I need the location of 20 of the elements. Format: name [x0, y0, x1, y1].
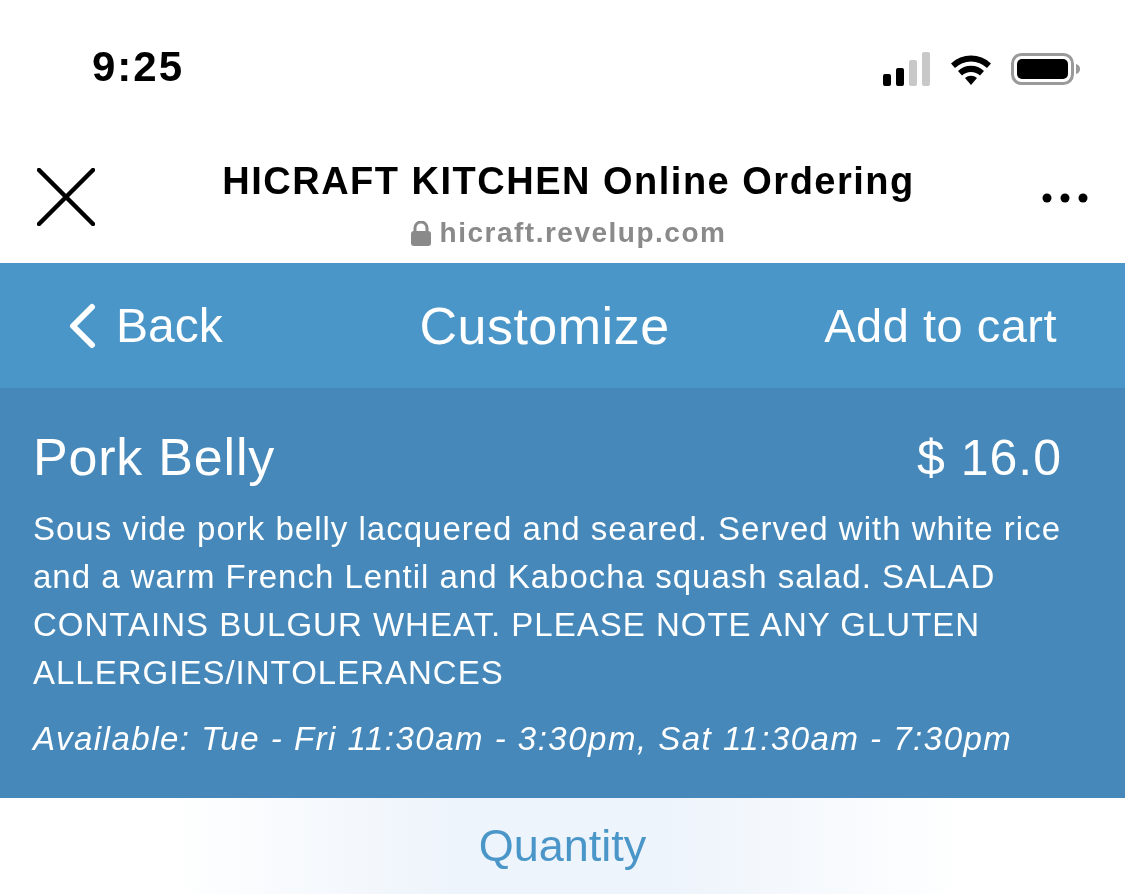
item-price: $ 16.0	[917, 429, 1062, 488]
item-description: Sous vide pork belly lacquered and seared. Served with white rice and a warm French Lentil and Kabocha squash salad. SALAD CONTAINS BULGUR WHEAT. PLEASE NOTE ANY GLUTEN ALLERGIES/INTOLERANCES	[33, 509, 1063, 693]
page-title: HICRAFT KITCHEN Online Ordering	[222, 159, 915, 204]
item-name: Pork Belly	[33, 427, 276, 488]
more-icon	[1042, 193, 1088, 203]
more-button[interactable]	[1042, 192, 1088, 204]
status-time: 9:25	[92, 42, 185, 92]
back-button[interactable]: Back	[68, 297, 223, 354]
close-button[interactable]	[37, 168, 95, 226]
item-availability: Available: Tue - Fri 11:30am - 3:30pm, Sat 11:30am - 7:30pm	[33, 719, 1014, 759]
section-title: Quantity	[478, 819, 647, 873]
close-icon	[37, 168, 95, 226]
nav-title: Customize	[419, 295, 670, 356]
battery-icon	[1011, 53, 1081, 85]
chevron-left-icon	[68, 302, 96, 349]
lock-icon	[410, 220, 431, 246]
signal-icon	[883, 52, 931, 86]
page-url: hicraft.revelup.com	[439, 216, 727, 250]
add-to-cart-button[interactable]: Add to cart	[824, 297, 1057, 354]
wifi-icon	[949, 53, 993, 85]
